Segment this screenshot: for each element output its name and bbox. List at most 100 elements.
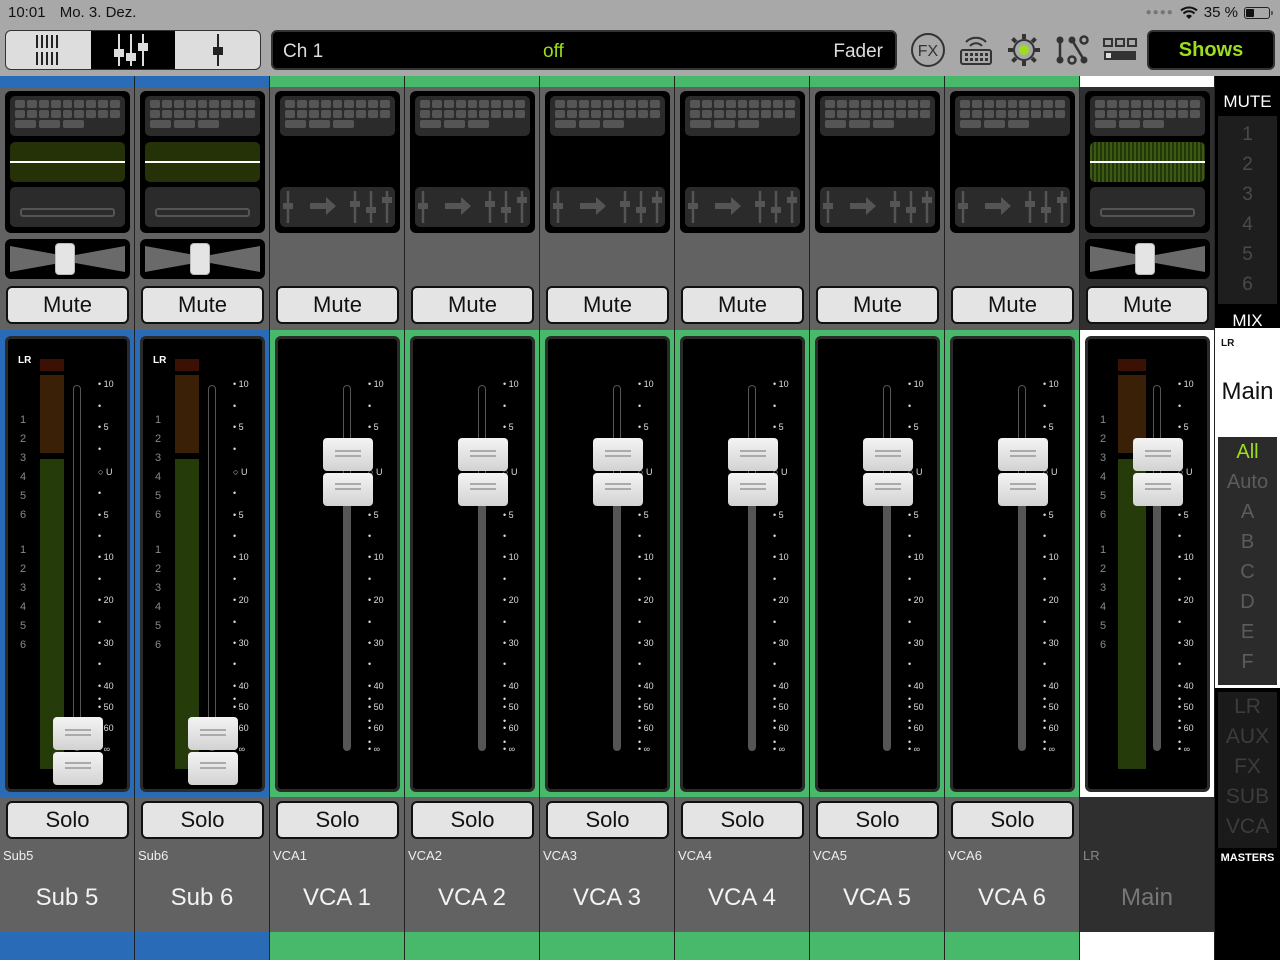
channel-name[interactable]: VCA 1 [270,884,404,912]
processing-panel[interactable] [275,91,400,233]
mute-group-button[interactable]: 4 [1218,210,1277,240]
dynamics-thumbnail[interactable] [145,142,260,182]
fader-cap[interactable] [728,438,778,506]
filter-button[interactable]: All [1218,437,1277,467]
pan-knob[interactable] [190,243,210,275]
channel-name[interactable]: VCA 3 [540,884,674,912]
processing-panel[interactable] [680,91,805,233]
eq-thumbnail[interactable] [280,96,395,136]
fader-cap[interactable] [1133,438,1183,506]
eq-thumbnail[interactable] [955,96,1070,136]
vca-assign-button[interactable] [280,187,395,227]
vca-assign-button[interactable] [955,187,1070,227]
compressor-thumbnail[interactable] [1090,187,1205,227]
fader-cap[interactable] [593,438,643,506]
channel-name[interactable]: VCA 2 [405,884,539,912]
view-single-channel-button[interactable] [175,31,260,69]
dynamics-thumbnail[interactable] [1090,142,1205,182]
channel-name[interactable]: VCA 5 [810,884,944,912]
fader-cap[interactable] [323,438,373,506]
fader-cap[interactable] [863,438,913,506]
shows-button[interactable]: Shows [1147,30,1275,70]
mute-group-button[interactable]: 6 [1218,270,1277,300]
processing-panel[interactable] [140,91,265,233]
mute-group-button[interactable]: 3 [1218,180,1277,210]
channel-name[interactable]: Sub 5 [0,884,134,912]
settings-button[interactable] [1006,32,1042,68]
masters-button[interactable]: VCA [1218,812,1277,842]
filter-button[interactable]: F [1218,647,1277,677]
mute-button[interactable]: Mute [6,286,129,324]
solo-button[interactable]: Solo [411,801,534,839]
eq-thumbnail[interactable] [820,96,935,136]
vca-assign-button[interactable] [820,187,935,227]
solo-button[interactable]: Solo [681,801,804,839]
fx-button[interactable]: FX [910,32,946,68]
filter-button[interactable]: D [1218,587,1277,617]
mute-group-button[interactable]: 1 [1218,120,1277,150]
processing-panel[interactable] [1085,91,1210,233]
filter-button[interactable]: Auto [1218,467,1277,497]
fader-cap[interactable] [53,717,103,785]
channel-name[interactable]: Main [1080,884,1214,912]
dynamics-thumbnail[interactable] [10,142,125,182]
processing-panel[interactable] [815,91,940,233]
masters-button[interactable]: SUB [1218,782,1277,812]
eq-thumbnail[interactable] [10,96,125,136]
vca-assign-button[interactable] [550,187,665,227]
eq-thumbnail[interactable] [415,96,530,136]
vca-assign-button[interactable] [415,187,530,227]
channel-name[interactable]: VCA 6 [945,884,1079,912]
pan-control[interactable] [5,239,130,279]
mute-button[interactable]: Mute [546,286,669,324]
filter-button[interactable]: E [1218,617,1277,647]
fader-cap[interactable] [188,717,238,785]
filter-button[interactable]: B [1218,527,1277,557]
solo-button[interactable]: Solo [951,801,1074,839]
wireless-keyboard-button[interactable] [958,32,994,68]
eq-thumbnail[interactable] [550,96,665,136]
eq-thumbnail[interactable] [685,96,800,136]
masters-button[interactable]: AUX [1218,722,1277,752]
processing-panel[interactable] [5,91,130,233]
pan-knob[interactable] [55,243,75,275]
filter-button[interactable]: C [1218,557,1277,587]
eq-thumbnail[interactable] [145,96,260,136]
routing-button[interactable] [1054,32,1090,68]
channel-name[interactable]: VCA 4 [675,884,809,912]
compressor-thumbnail[interactable] [10,187,125,227]
filter-button[interactable]: A [1218,497,1277,527]
mute-button[interactable]: Mute [411,286,534,324]
compressor-thumbnail[interactable] [145,187,260,227]
masters-button[interactable]: LR [1218,692,1277,722]
view-mixer-button[interactable] [90,31,176,69]
mute-group-button[interactable]: 5 [1218,240,1277,270]
mute-group-button[interactable]: 2 [1218,150,1277,180]
mute-button[interactable]: Mute [951,286,1074,324]
solo-button[interactable]: Solo [6,801,129,839]
pan-control[interactable] [140,239,265,279]
fader-track[interactable] [73,385,81,751]
vca-assign-button[interactable] [685,187,800,227]
selected-channel-display[interactable]: Ch 1 off Fader [271,30,897,70]
mute-button[interactable]: Mute [1086,286,1209,324]
pan-knob[interactable] [1135,243,1155,275]
fader-track[interactable] [208,385,216,751]
fader-cap[interactable] [998,438,1048,506]
mute-button[interactable]: Mute [681,286,804,324]
processing-panel[interactable] [950,91,1075,233]
mute-button[interactable]: Mute [816,286,939,324]
eq-thumbnail[interactable] [1090,96,1205,136]
mute-button[interactable]: Mute [141,286,264,324]
mute-button[interactable]: Mute [276,286,399,324]
solo-button[interactable]: Solo [546,801,669,839]
masters-button[interactable]: FX [1218,752,1277,782]
view-overview-button[interactable] [6,31,91,69]
solo-button[interactable]: Solo [141,801,264,839]
pan-control[interactable] [1085,239,1210,279]
solo-button[interactable]: Solo [816,801,939,839]
channel-name[interactable]: Sub 6 [135,884,269,912]
layout-button[interactable] [1102,32,1138,68]
processing-panel[interactable] [545,91,670,233]
processing-panel[interactable] [410,91,535,233]
